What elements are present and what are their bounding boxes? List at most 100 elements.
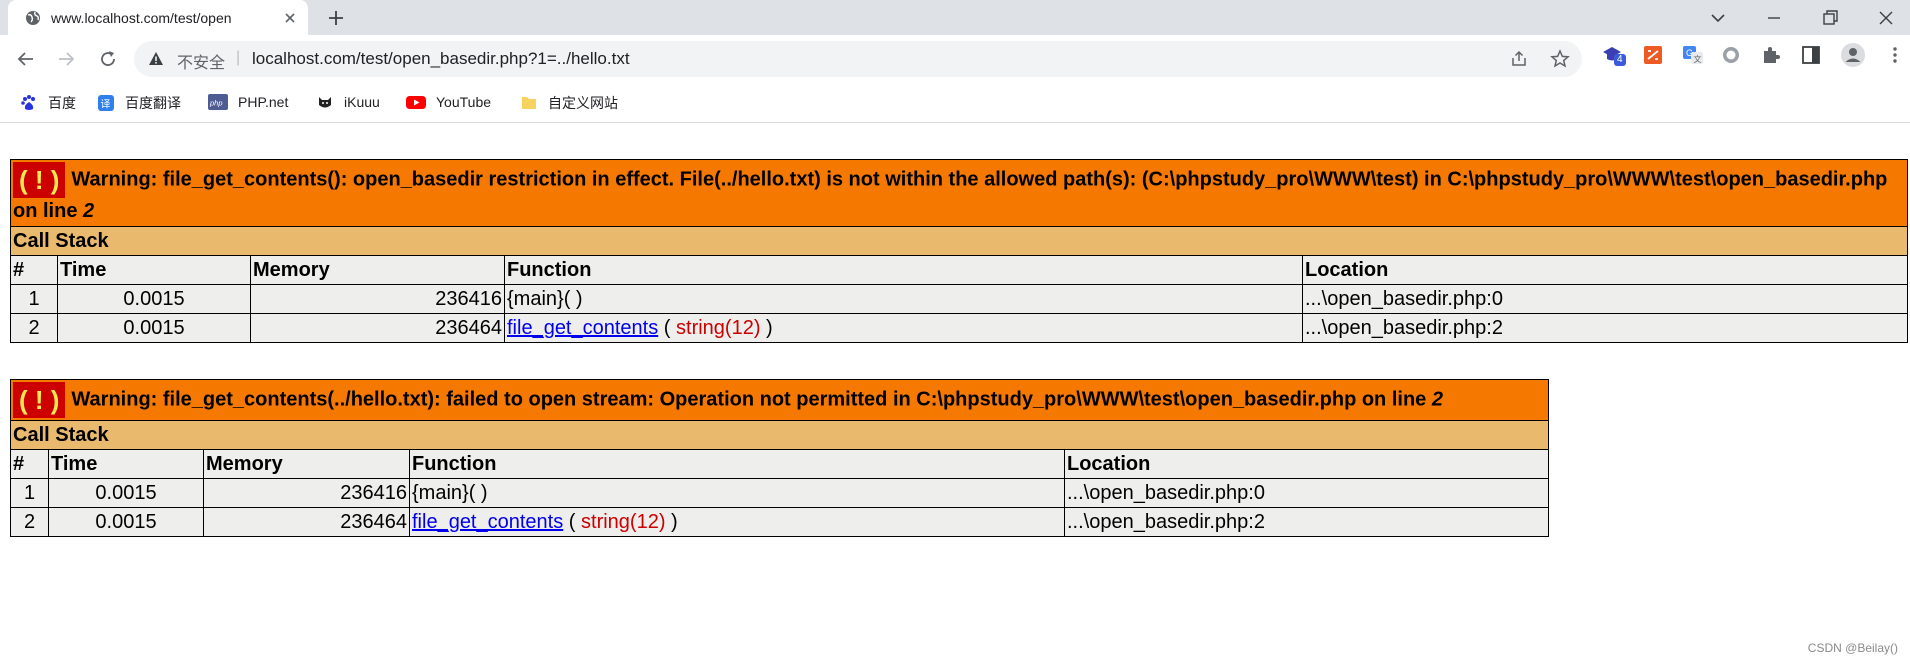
url-separator: | [236,49,241,66]
browser-toolbar: 不安全 | localhost.com/test/open_basedir.ph… [0,35,1910,84]
function-doc-link[interactable]: file_get_contents [507,317,658,339]
svg-text:译: 译 [101,99,111,111]
new-tab-icon[interactable] [326,8,346,28]
table-row: 2 0.0015 236464 file_get_contents ( stri… [10,313,1908,343]
warning-message: Warning: file_get_contents(): open_based… [13,168,1888,222]
column-header-time: Time [57,255,251,285]
extensions-puzzle-icon[interactable] [1760,44,1782,66]
svg-text:文: 文 [1694,54,1702,64]
function-args: string(12) [581,511,666,533]
extension-badge-button[interactable]: 4 [1602,44,1626,66]
column-header-location: Location [1302,255,1908,285]
call-stack-title: Call Stack [10,226,1908,256]
column-header-function: Function [409,449,1065,479]
row-location: ...\open_basedir.php:2 [1302,313,1908,343]
function-doc-link[interactable]: file_get_contents [412,511,563,533]
table-row: 1 0.0015 236416 {main}( ) ...\open_based… [10,284,1908,314]
bookmarks-bar: 百度 译 百度翻译 php PHP.net iKuuu YouTube 自定义网… [0,84,1910,123]
xdebug-error-table-2: ( ! ) Warning: file_get_contents(../hello… [10,379,1549,537]
xdebug-error-table-1: ( ! ) Warning: file_get_contents(): open_… [10,159,1908,343]
record-circle-icon[interactable] [1720,44,1742,66]
bookmark-label: 自定义网站 [548,95,618,111]
bookmark-label: PHP.net [238,94,289,110]
side-panel-icon[interactable] [1800,44,1822,66]
column-header-memory: Memory [203,449,410,479]
bookmark-label: iKuuu [344,94,380,110]
forward-arrow-icon[interactable] [54,47,78,71]
row-function-cell: file_get_contents ( string(12) ) [409,507,1065,537]
warning-header: ( ! ) Warning: file_get_contents(../hello… [10,379,1549,421]
warning-bang-icon: ( ! ) [13,382,66,418]
tab-search-chevron-icon[interactable] [1706,6,1730,30]
close-tab-icon[interactable] [282,10,298,26]
bookmark-baidu-translate[interactable]: 译 百度翻译 [97,93,181,113]
warning-header: ( ! ) Warning: file_get_contents(): open_… [10,159,1908,227]
bookmark-php-net[interactable]: php PHP.net [208,93,288,111]
column-header-num: # [10,449,49,479]
close-window-icon[interactable] [1874,6,1898,30]
svg-text:php: php [209,99,223,108]
row-num: 1 [10,284,58,314]
bookmark-label: 百度 [48,95,76,111]
bookmark-youtube[interactable]: YouTube [406,93,491,111]
menu-kebab-icon[interactable] [1884,44,1906,66]
column-header-time: Time [48,449,204,479]
google-translate-icon[interactable]: G 文 [1682,44,1704,66]
pdf-tool-icon[interactable] [1642,44,1664,66]
tab-strip: www.localhost.com/test/open [0,0,1910,35]
row-num: 2 [10,507,49,537]
bookmark-folder-custom-sites[interactable]: 自定义网站 [520,93,618,113]
row-time: 0.0015 [57,313,251,343]
folder-icon [522,97,536,109]
table-row: 2 0.0015 236464 file_get_contents ( stri… [10,507,1549,537]
row-function: {main}( ) [504,284,1303,314]
warning-bang-icon: ( ! ) [13,162,66,198]
warning-message: Warning: file_get_contents(../hello.txt)… [71,388,1432,411]
php-icon: php [208,94,228,110]
share-icon[interactable] [1510,50,1528,68]
call-stack-title: Call Stack [10,420,1549,450]
not-secure-label[interactable]: 不安全 [177,49,225,73]
browser-tab[interactable]: www.localhost.com/test/open [8,0,308,35]
column-header-num: # [10,255,58,285]
row-memory: 236464 [250,313,505,343]
row-memory: 236416 [250,284,505,314]
extension-badge-count: 4 [1614,54,1626,66]
row-memory: 236464 [203,507,410,537]
url-text[interactable]: localhost.com/test/open_basedir.php?1=..… [252,49,630,69]
column-header-memory: Memory [250,255,505,285]
function-args: string(12) [676,317,761,339]
warning-line-number: 2 [1431,388,1443,411]
bookmark-baidu[interactable]: 百度 [20,93,76,113]
translate-icon: 译 [98,95,114,111]
cat-icon [319,97,331,108]
row-time: 0.0015 [48,478,204,508]
baidu-paw-icon [21,95,35,110]
address-bar[interactable]: 不安全 | localhost.com/test/open_basedir.ph… [134,41,1582,77]
bookmark-label: YouTube [436,94,492,110]
row-time: 0.0015 [48,507,204,537]
restore-icon[interactable] [1818,6,1842,30]
row-function: {main}( ) [409,478,1065,508]
row-location: ...\open_basedir.php:2 [1064,507,1549,537]
reload-icon[interactable] [96,47,120,71]
column-header-function: Function [504,255,1303,285]
not-secure-warning-icon[interactable] [148,51,164,67]
bookmark-star-icon[interactable] [1550,49,1570,69]
bookmark-ikuuu[interactable]: iKuuu [316,93,380,111]
globe-icon [26,10,40,25]
watermark-text: CSDN @Beilay() [1807,641,1898,655]
back-arrow-icon[interactable] [14,47,38,71]
table-row: 1 0.0015 236416 {main}( ) ...\open_based… [10,478,1549,508]
row-location: ...\open_basedir.php:0 [1064,478,1549,508]
column-header-location: Location [1064,449,1549,479]
profile-avatar-icon[interactable] [1840,42,1866,68]
row-time: 0.0015 [57,284,251,314]
row-function-cell: file_get_contents ( string(12) ) [504,313,1303,343]
row-location: ...\open_basedir.php:0 [1302,284,1908,314]
tab-title: www.localhost.com/test/open [51,9,232,26]
row-num: 1 [10,478,49,508]
youtube-icon [406,96,426,109]
minimize-icon[interactable] [1762,6,1786,30]
row-memory: 236416 [203,478,410,508]
